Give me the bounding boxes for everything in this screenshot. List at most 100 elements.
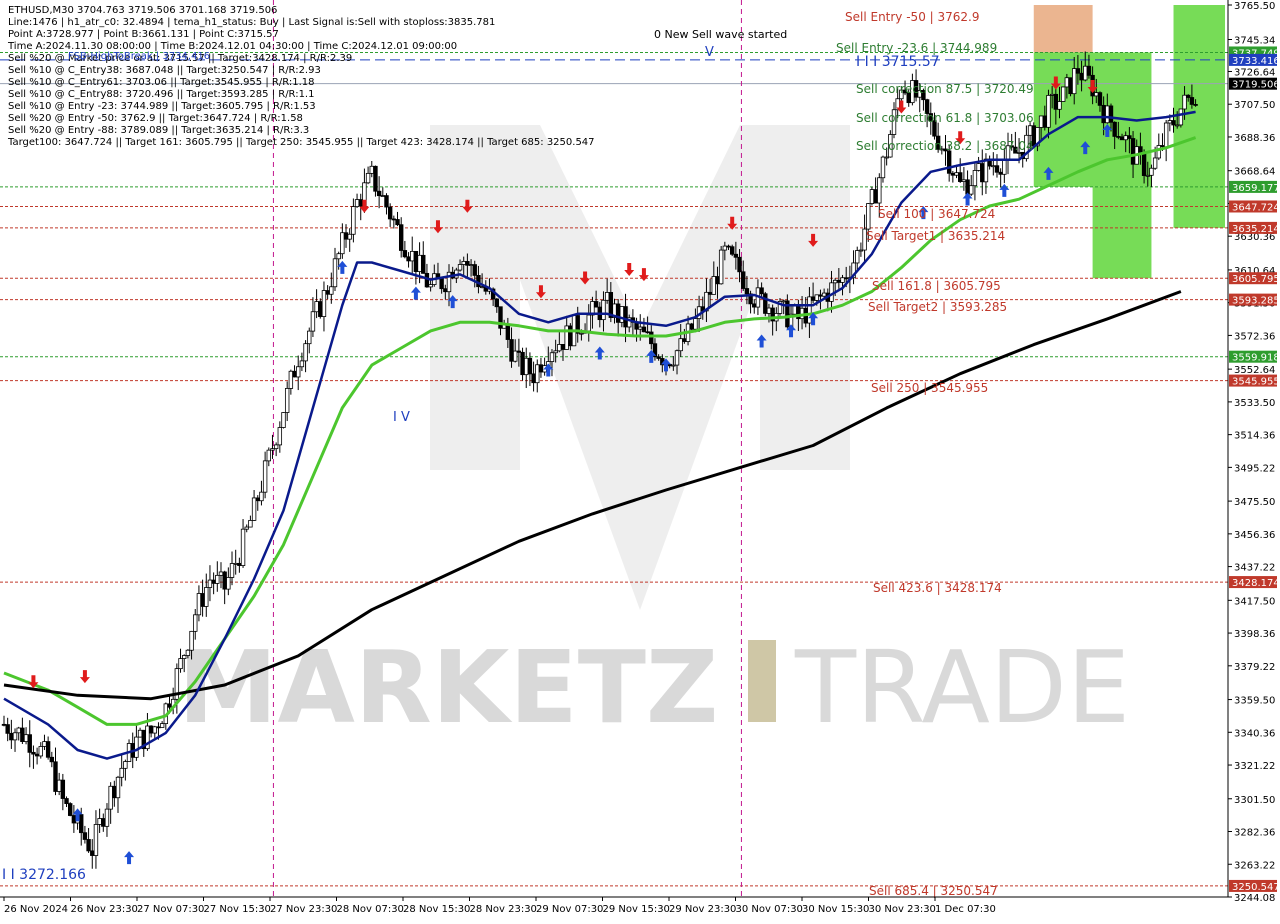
candle-body	[807, 296, 812, 324]
candle-body	[248, 520, 253, 528]
candle-body	[733, 253, 739, 258]
candle-body	[148, 725, 154, 734]
candle-body	[884, 156, 889, 159]
candle-body	[994, 165, 1000, 173]
candle-body	[641, 326, 647, 333]
candle-body	[840, 277, 845, 283]
watermark-left: MARKETZ	[178, 629, 718, 746]
y-tick-label: 3707.50	[1234, 100, 1275, 111]
watermark-divider	[748, 640, 776, 722]
candle-body	[134, 736, 139, 758]
candle-body	[752, 303, 757, 308]
candle-body	[31, 751, 36, 755]
candle-body	[196, 593, 202, 616]
candle-body	[623, 306, 628, 328]
candle-body	[553, 350, 558, 354]
candle-body	[1141, 152, 1147, 176]
candle-body	[215, 574, 220, 584]
candle-body	[707, 291, 713, 295]
y-tick-label: 3668.64	[1234, 167, 1275, 178]
candle-body	[674, 350, 680, 366]
candle-body	[266, 449, 271, 462]
y-tick-label: 3514.36	[1234, 431, 1275, 442]
candle-body	[759, 287, 764, 295]
x-tick-label: 30 Nov 23:30	[869, 904, 936, 915]
candle-body	[1149, 167, 1154, 176]
candle-body	[167, 703, 172, 708]
candle-body	[325, 290, 330, 295]
price-tag-label: 3719.506	[1232, 80, 1280, 91]
candle-body	[1097, 92, 1103, 106]
price-tag-label: 3250.547	[1232, 882, 1280, 893]
candle-body	[369, 165, 374, 174]
candle-body	[292, 370, 297, 378]
candle-body	[1027, 125, 1033, 136]
c-label: I I I 3715.57	[856, 54, 940, 70]
candle-body	[832, 279, 838, 284]
candle-body	[251, 497, 257, 521]
candle-body	[531, 373, 536, 384]
level-label: Sell correction 61.8 | 3703.06	[856, 111, 1034, 125]
candle-body	[296, 366, 301, 378]
candle-body	[814, 294, 819, 301]
candle-body	[391, 218, 397, 221]
candle-body	[946, 150, 952, 174]
candle-body	[1171, 120, 1176, 126]
candle-body	[615, 303, 621, 323]
candle-body	[535, 364, 540, 384]
candle-body	[509, 339, 514, 362]
candle-body	[810, 296, 816, 301]
candle-body	[1108, 105, 1114, 123]
info-line: Sell %10 @ C_Entry88: 3720.496 || Target…	[8, 89, 314, 100]
candle-body	[737, 256, 742, 273]
y-tick-label: 3244.08	[1234, 893, 1275, 904]
candle-body	[976, 163, 981, 171]
candle-body	[645, 331, 650, 334]
candle-body	[972, 170, 978, 187]
level-label: Sell 423.6 | 3428.174	[873, 581, 1002, 595]
candle-body	[60, 779, 66, 799]
candle-body	[42, 741, 47, 747]
candle-body	[222, 571, 227, 590]
candle-body	[457, 264, 463, 271]
candle-body	[520, 351, 525, 376]
x-tick-label: 28 Nov 23:30	[470, 904, 537, 915]
candle-body	[729, 246, 735, 255]
candle-body	[494, 298, 500, 308]
candle-body	[123, 761, 128, 769]
candle-body	[601, 299, 606, 321]
candle-body	[1160, 145, 1165, 148]
candle-body	[1075, 68, 1081, 74]
candle-body	[1, 723, 7, 726]
candle-body	[387, 206, 393, 220]
candle-body	[1105, 105, 1110, 124]
y-tick-label: 3765.50	[1234, 1, 1275, 12]
candle-body	[1182, 94, 1187, 110]
candle-body	[67, 803, 73, 816]
candle-body	[1072, 68, 1077, 95]
candle-body	[513, 350, 518, 362]
candle-body	[421, 254, 426, 274]
candle-body	[516, 350, 522, 353]
candle-body	[79, 814, 84, 834]
candle-body	[244, 526, 249, 530]
candle-body	[376, 190, 382, 197]
candle-body	[682, 338, 687, 342]
candle-body	[678, 338, 683, 352]
candle-body	[329, 286, 334, 295]
candle-body	[229, 563, 235, 578]
candle-body	[240, 528, 246, 566]
candle-body	[1174, 124, 1180, 127]
candle-body	[524, 357, 529, 376]
level-label: Sell Target1 | 3635.214	[866, 229, 1005, 243]
y-tick-label: 3475.50	[1234, 497, 1275, 508]
candle-body	[1189, 97, 1195, 105]
candle-body	[638, 326, 643, 330]
candle-body	[744, 288, 750, 295]
info-line: Target100: 3647.724 || Target 161: 3605.…	[7, 137, 595, 148]
x-tick-label: 1 Dec 07:30	[935, 904, 996, 915]
candle-body	[318, 301, 323, 317]
price-tag-label: 3545.955	[1232, 377, 1280, 388]
candle-body	[402, 250, 408, 258]
info-line: Line:1476 | h1_atr_c0: 32.4894 | tema_h1…	[8, 17, 495, 28]
